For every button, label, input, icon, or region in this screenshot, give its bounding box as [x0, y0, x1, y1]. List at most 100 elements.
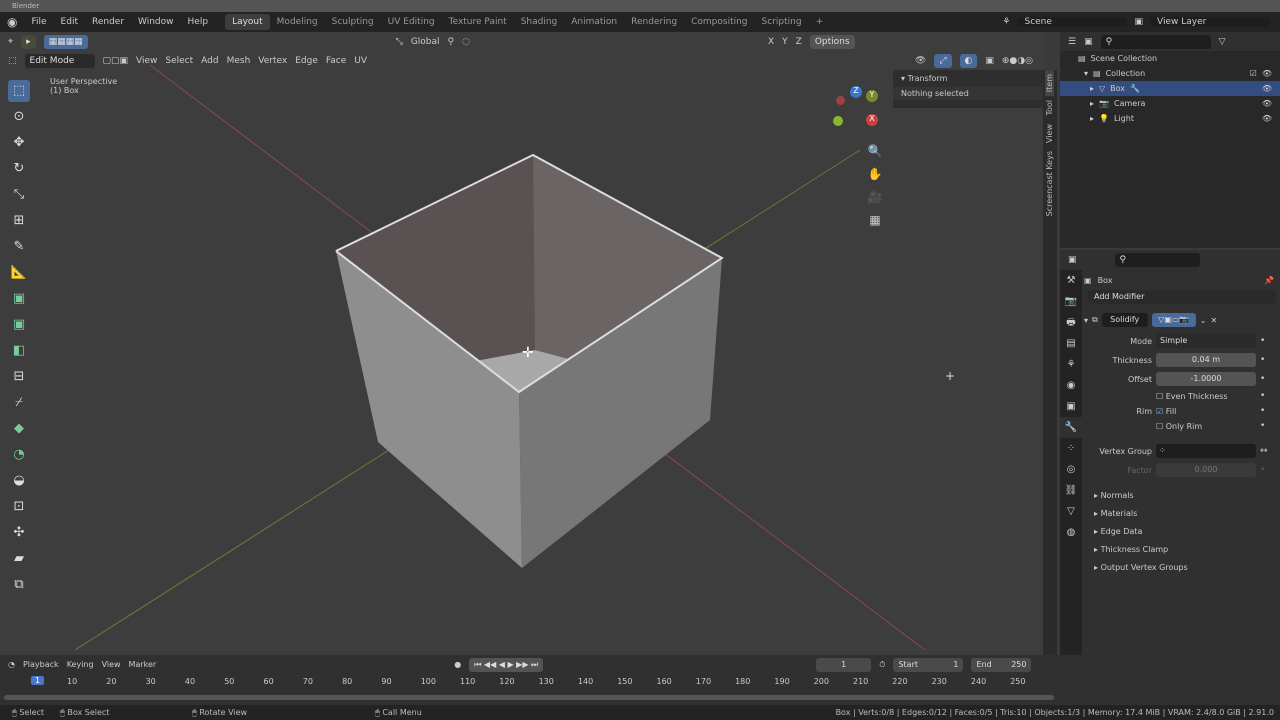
selection-mode-icons[interactable]: ▦▦▦▦ [43, 34, 88, 49]
menu-face[interactable]: Face [326, 56, 346, 66]
camera-view-icon[interactable]: 🎥 [866, 186, 884, 209]
current-frame-field[interactable]: 1 [816, 657, 872, 672]
poly-build-tool-icon[interactable]: ◆ [8, 418, 30, 440]
edge-slide-tool-icon[interactable]: ⊡ [8, 496, 30, 518]
xray-icon[interactable]: ▣ [985, 56, 994, 66]
scene-tab-icon[interactable]: ⚘ [1060, 354, 1082, 375]
playback-controls[interactable]: ⏮ ◀◀ ◀ ▶ ▶▶ ⏭ [469, 657, 544, 672]
navigation-gizmo[interactable]: Z Y X [830, 84, 890, 134]
scale-tool-icon[interactable]: ⤡ [8, 184, 30, 206]
keyframe-dot[interactable]: • [1260, 355, 1274, 365]
data-tab-icon[interactable]: ▽ [1060, 501, 1082, 522]
playhead-frame[interactable]: 1 [31, 676, 45, 685]
menu-edge[interactable]: Edge [295, 56, 318, 66]
transform-tool-icon[interactable]: ⊞ [8, 210, 30, 232]
properties-search-input[interactable]: ⚲ [1114, 252, 1200, 267]
eye-icon[interactable]: 👁 [1262, 69, 1272, 78]
rotate-tool-icon[interactable]: ↻ [8, 158, 30, 180]
tab-layout[interactable]: Layout [225, 14, 270, 30]
gizmo-neg-y[interactable] [833, 116, 843, 126]
subpanel-normals[interactable]: ▸ Normals [1094, 487, 1280, 505]
cursor-tool-icon[interactable]: ⊙ [8, 106, 30, 128]
inset-tool-icon[interactable]: ▣ [8, 314, 30, 336]
material-tab-icon[interactable]: ◍ [1060, 522, 1082, 543]
select-mode-buttons[interactable]: ▢▢▣ [103, 56, 129, 66]
eye-icon[interactable]: 👁 [1262, 99, 1272, 108]
gizmo-x-axis[interactable]: X [866, 114, 878, 126]
output-tab-icon[interactable]: 🖶 [1060, 312, 1082, 333]
vertex-group-field[interactable]: ⁘ [1156, 444, 1256, 458]
sidebar-tab-view[interactable]: View [1045, 120, 1054, 147]
world-tab-icon[interactable]: ◉ [1060, 375, 1082, 396]
add-workspace-button[interactable]: + [809, 17, 831, 27]
outliner-search-input[interactable]: ⚲ [1100, 34, 1211, 49]
shrink-tool-icon[interactable]: ✣ [8, 522, 30, 544]
subpanel-thickness-clamp[interactable]: ▸ Thickness Clamp [1094, 541, 1280, 559]
measure-tool-icon[interactable]: 📐 [8, 262, 30, 284]
pan-hand-icon[interactable]: ✋ [866, 163, 884, 186]
select-tool-icon[interactable]: ▸ [21, 34, 36, 49]
blender-logo-icon[interactable]: ◉ [0, 15, 24, 29]
editor-type-icon[interactable]: ▣ [1068, 255, 1077, 265]
start-frame-field[interactable]: Start 1 [893, 657, 964, 672]
factor-field[interactable]: 0.000 [1156, 463, 1256, 477]
overlay-toggle-icon[interactable]: ◐ [959, 53, 978, 68]
options-dropdown[interactable]: Options [809, 34, 855, 49]
dropdown-icon[interactable]: ⌄ [1200, 316, 1207, 325]
3d-viewport[interactable]: ✛ + ⌖ ▸ ▦▦▦▦ ⤡ Global ⚲ ◌ X Y Z Options … [0, 32, 1043, 655]
extrude-tool-icon[interactable]: ▣ [8, 288, 30, 310]
keyframe-dot[interactable]: • [1260, 421, 1274, 431]
proportional-icon[interactable]: ◌ [462, 37, 470, 47]
view-menu[interactable]: View [102, 660, 121, 669]
keyframe-dot[interactable]: • [1260, 406, 1274, 416]
annotate-tool-icon[interactable]: ✎ [8, 236, 30, 258]
menu-edit[interactable]: Edit [54, 17, 85, 27]
even-thickness-checkbox[interactable]: ☐ Even Thickness [1156, 392, 1256, 401]
tab-sculpting[interactable]: Sculpting [325, 17, 381, 27]
tab-modeling[interactable]: Modeling [270, 17, 325, 27]
fill-checkbox[interactable]: ☑ Fill [1156, 407, 1256, 416]
tab-rendering[interactable]: Rendering [624, 17, 684, 27]
eye-icon[interactable]: 👁 [1262, 114, 1272, 123]
view-layer-icon[interactable]: ▣ [1127, 17, 1150, 27]
playback-menu[interactable]: Playback [23, 660, 59, 669]
ortho-grid-icon[interactable]: ▦ [866, 209, 884, 232]
editor-type-icon[interactable]: ◔ [8, 660, 15, 669]
shading-modes-icons[interactable]: ⊕●◑◎ [1002, 56, 1033, 66]
invert-icon[interactable]: ↔ [1260, 446, 1274, 456]
frame-ruler[interactable]: 1 10 20 30 40 50 60 70 80 90 100 110 120 130 140 150 16… [0, 675, 1080, 691]
editor-type-icon[interactable]: ⬚ [8, 56, 17, 66]
physics-tab-icon[interactable]: ◎ [1060, 459, 1082, 480]
tab-shading[interactable]: Shading [514, 17, 565, 27]
eye-icon[interactable]: 👁 [1262, 84, 1272, 93]
modifier-name-field[interactable]: Solidify [1101, 313, 1148, 327]
gizmo-toggle-icon[interactable]: ⤢ [934, 53, 952, 68]
bevel-tool-icon[interactable]: ◧ [8, 340, 30, 362]
orientation-dropdown[interactable]: Global [411, 37, 440, 47]
checkbox-icon[interactable]: ☑ [1250, 69, 1257, 78]
scene-icon[interactable]: ⚘ [995, 17, 1017, 27]
move-tool-icon[interactable]: ✥ [8, 132, 30, 154]
pin-icon[interactable]: 📌 [1264, 276, 1274, 285]
outliner-item-light[interactable]: ▸ 💡 Light 👁 [1060, 111, 1280, 126]
mode-dropdown[interactable]: Simple [1156, 334, 1256, 348]
snap-icon[interactable]: ⚲ [448, 37, 455, 47]
modifier-tab-icon[interactable]: 🔧 [1060, 417, 1082, 438]
subpanel-edge-data[interactable]: ▸ Edge Data [1094, 523, 1280, 541]
sidebar-tab-screencast-keys[interactable]: Screencast Keys [1045, 147, 1054, 220]
axis-y-toggle[interactable]: Y [782, 37, 788, 47]
visibility-icon[interactable]: 👁 [915, 56, 926, 66]
gizmo-y-axis[interactable]: Y [866, 90, 878, 102]
collapse-icon[interactable]: ▾ [1084, 316, 1088, 325]
tab-scripting[interactable]: Scripting [755, 17, 809, 27]
axis-x-toggle[interactable]: X [768, 37, 774, 47]
display-mode-icon[interactable]: ☰ [1068, 37, 1076, 47]
gizmo-z-axis[interactable]: Z [850, 86, 862, 98]
end-frame-field[interactable]: End 250 [971, 657, 1032, 672]
axis-z-toggle[interactable]: Z [796, 37, 802, 47]
sidebar-tab-tool[interactable]: Tool [1045, 96, 1054, 120]
rip-tool-icon[interactable]: ⧉ [8, 574, 30, 596]
smooth-tool-icon[interactable]: ◒ [8, 470, 30, 492]
thickness-field[interactable]: 0.04 m [1156, 353, 1256, 367]
outliner-item-box[interactable]: ▸ ▽ Box 🔧 👁 [1060, 81, 1280, 96]
